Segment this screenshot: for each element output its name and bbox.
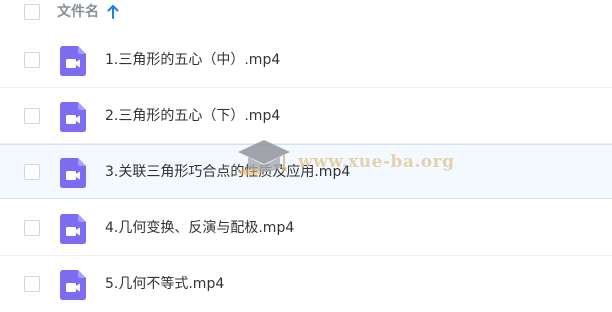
file-row[interactable]: 1.三角形的五心（中）.mp4 bbox=[0, 33, 612, 88]
video-file-icon bbox=[60, 214, 86, 244]
row-checkbox[interactable] bbox=[24, 276, 40, 292]
sort-ascending-icon[interactable] bbox=[107, 5, 119, 19]
file-name[interactable]: 3.关联三角形巧合点的性质及应用.mp4 bbox=[105, 162, 350, 182]
file-name[interactable]: 2.三角形的五心（下）.mp4 bbox=[105, 106, 280, 126]
row-checkbox[interactable] bbox=[24, 164, 40, 180]
column-header-filename[interactable]: 文件名 bbox=[57, 3, 99, 21]
row-checkbox[interactable] bbox=[24, 52, 40, 68]
row-checkbox[interactable] bbox=[24, 220, 40, 236]
file-row[interactable]: 5.几何不等式.mp4 bbox=[0, 257, 612, 312]
video-file-icon bbox=[60, 158, 86, 188]
file-name[interactable]: 5.几何不等式.mp4 bbox=[105, 274, 224, 294]
file-row[interactable]: 2.三角形的五心（下）.mp4 bbox=[0, 89, 612, 144]
file-list-header: 文件名 bbox=[0, 0, 612, 25]
video-file-icon bbox=[60, 270, 86, 300]
file-name[interactable]: 1.三角形的五心（中）.mp4 bbox=[105, 50, 280, 70]
video-file-icon bbox=[60, 102, 86, 132]
select-all-checkbox[interactable] bbox=[24, 4, 40, 20]
file-name[interactable]: 4.几何变换、反演与配极.mp4 bbox=[105, 218, 294, 238]
file-row-hovered[interactable]: 3.关联三角形巧合点的性质及应用.mp4 bbox=[0, 144, 612, 199]
row-checkbox[interactable] bbox=[24, 108, 40, 124]
file-row[interactable]: 4.几何变换、反演与配极.mp4 bbox=[0, 201, 612, 256]
video-file-icon bbox=[60, 46, 86, 76]
